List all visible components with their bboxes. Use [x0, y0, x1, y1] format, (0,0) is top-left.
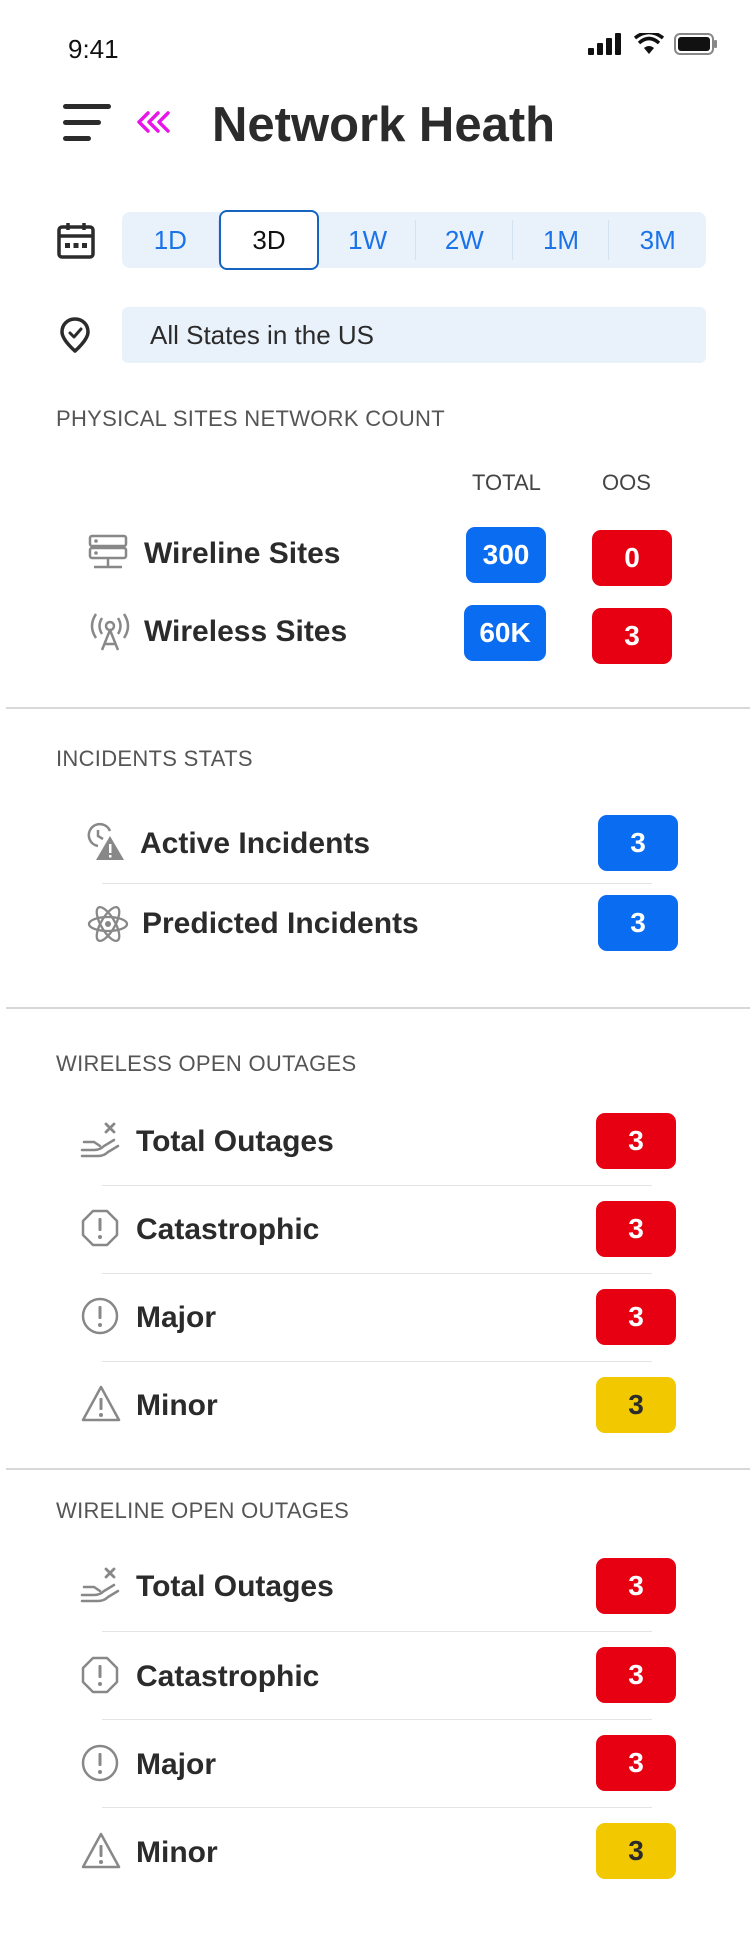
section-divider	[6, 1007, 750, 1009]
range-2w[interactable]: 2W	[416, 212, 513, 268]
outage-hand-icon	[80, 1567, 120, 1603]
wireless-catastrophic-label: Catastrophic	[136, 1213, 320, 1246]
wireline-total-badge[interactable]: 300	[466, 527, 546, 583]
wireline-minor-row[interactable]: Minor	[80, 1821, 680, 1885]
incident-alert-icon	[87, 822, 124, 860]
range-1w[interactable]: 1W	[319, 212, 416, 268]
battery-icon	[674, 33, 717, 55]
status-icons	[588, 33, 718, 55]
antenna-icon	[90, 613, 130, 651]
wireline-total-outages-badge[interactable]: 3	[596, 1558, 676, 1614]
status-time: 9:41	[68, 34, 119, 64]
triangle-alert-icon	[81, 1832, 121, 1869]
row-separator	[102, 1361, 652, 1362]
section-divider	[6, 1468, 750, 1470]
wireless-catastrophic-badge[interactable]: 3	[596, 1201, 676, 1257]
row-separator	[102, 1719, 652, 1720]
row-separator	[102, 1185, 652, 1186]
wireless-total-badge[interactable]: 60K	[464, 605, 546, 661]
back-chevrons-icon[interactable]	[136, 111, 172, 133]
location-pin-icon	[60, 317, 90, 353]
wireless-total-outages-row[interactable]: Total Outages	[80, 1110, 680, 1174]
wireline-catastrophic-badge[interactable]: 3	[596, 1647, 676, 1703]
wireless-major-label: Major	[136, 1301, 217, 1334]
wireless-sites-label: Wireless Sites	[144, 615, 348, 648]
col-oos-header: OOS	[602, 470, 651, 495]
row-separator	[102, 1631, 652, 1632]
wireline-major-badge[interactable]: 3	[596, 1735, 676, 1791]
wireline-oos-badge[interactable]: 0	[592, 530, 672, 586]
wireline-catastrophic-label: Catastrophic	[136, 1660, 320, 1693]
octagon-alert-icon	[81, 1656, 119, 1694]
range-1m[interactable]: 1M	[513, 212, 610, 268]
wireline-minor-badge[interactable]: 3	[596, 1823, 676, 1879]
wireline-sites-label: Wireline Sites	[144, 537, 341, 570]
row-separator	[102, 1273, 652, 1274]
octagon-alert-icon	[81, 1209, 119, 1247]
wireline-major-label: Major	[136, 1748, 217, 1781]
active-incidents-badge[interactable]: 3	[598, 815, 678, 871]
wireline-major-row[interactable]: Major	[80, 1733, 680, 1797]
physical-section-title: PHYSICAL SITES NETWORK COUNT	[56, 406, 445, 431]
wireless-minor-badge[interactable]: 3	[596, 1377, 676, 1433]
section-divider	[6, 707, 750, 709]
wireless-major-badge[interactable]: 3	[596, 1289, 676, 1345]
wireless-total-outages-badge[interactable]: 3	[596, 1113, 676, 1169]
signal-icon	[588, 33, 621, 55]
wireless-outages-title: WIRELESS OPEN OUTAGES	[56, 1051, 357, 1076]
wireless-total-outages-label: Total Outages	[136, 1125, 334, 1158]
range-3d[interactable]: 3D	[218, 210, 320, 270]
predicted-incidents-badge[interactable]: 3	[598, 895, 678, 951]
location-selector[interactable]: All States in the US	[122, 307, 706, 363]
range-3m[interactable]: 3M	[609, 212, 706, 268]
wireline-minor-label: Minor	[136, 1836, 218, 1869]
wireless-oos-badge[interactable]: 3	[592, 608, 672, 664]
header: Network Heath	[0, 95, 750, 155]
wireline-catastrophic-row[interactable]: Catastrophic	[80, 1645, 680, 1709]
wireline-outages-title: WIRELINE OPEN OUTAGES	[56, 1498, 350, 1523]
circle-alert-icon	[81, 1297, 119, 1335]
col-total-header: TOTAL	[472, 470, 541, 495]
wifi-icon	[634, 33, 664, 54]
menu-icon[interactable]	[63, 102, 113, 144]
atom-icon	[87, 906, 129, 942]
wireline-total-outages-row[interactable]: Total Outages	[80, 1555, 680, 1619]
wireless-minor-label: Minor	[136, 1389, 218, 1422]
predicted-incidents-row[interactable]: Predicted Incidents	[86, 892, 686, 956]
wireless-catastrophic-row[interactable]: Catastrophic	[80, 1198, 680, 1262]
row-separator	[102, 1807, 652, 1808]
active-incidents-label: Active Incidents	[140, 827, 371, 860]
wireless-minor-row[interactable]: Minor	[80, 1374, 680, 1438]
incidents-section-title: INCIDENTS STATS	[56, 746, 253, 771]
wireless-major-row[interactable]: Major	[80, 1286, 680, 1350]
outage-hand-icon	[80, 1122, 120, 1158]
active-incidents-row[interactable]: Active Incidents	[84, 812, 684, 876]
calendar-icon	[57, 223, 95, 259]
wireline-total-outages-label: Total Outages	[136, 1570, 334, 1603]
page-title: Network Heath	[212, 98, 556, 152]
server-icon	[88, 534, 128, 569]
circle-alert-icon	[81, 1744, 119, 1782]
date-range-selector: 1D 3D 1W 2W 1M 3M	[122, 210, 706, 270]
predicted-incidents-label: Predicted Incidents	[142, 907, 419, 940]
range-1d[interactable]: 1D	[122, 212, 219, 268]
triangle-alert-icon	[81, 1385, 121, 1422]
status-bar: 9:41	[0, 0, 750, 90]
row-separator	[102, 883, 652, 884]
